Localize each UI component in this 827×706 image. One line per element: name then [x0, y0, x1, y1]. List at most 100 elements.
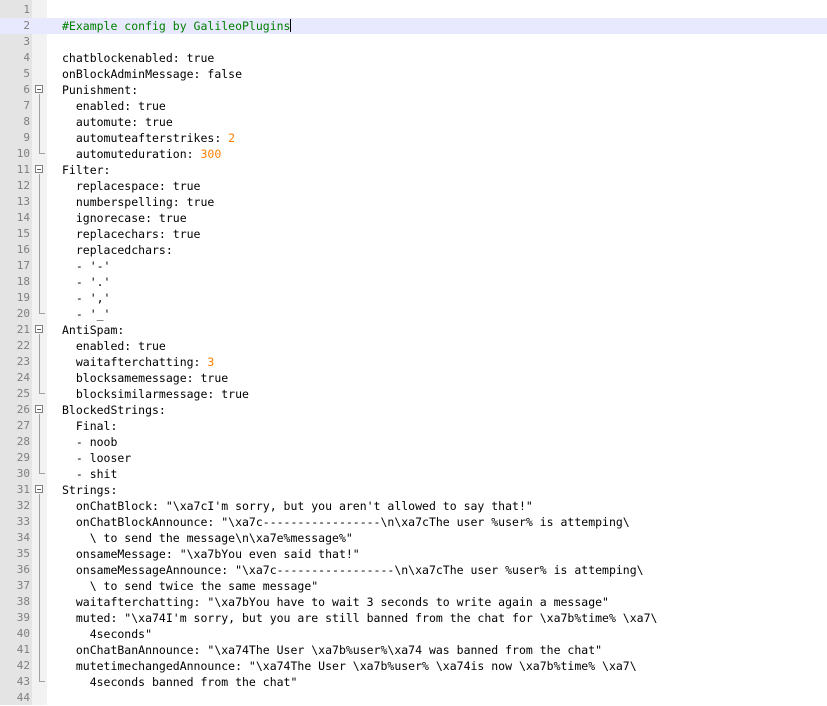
line-number: 43: [16, 675, 30, 688]
fold-line-icon: [32, 418, 47, 434]
code-line[interactable]: 6 Punishment:: [0, 82, 827, 98]
text-token: - ',': [62, 291, 111, 305]
code-line[interactable]: 37 \ to send twice the same message": [0, 578, 827, 594]
fold-line-icon: [32, 114, 47, 130]
text-token: automute: true: [62, 115, 173, 129]
fold-line-icon: [32, 354, 47, 370]
code-editor[interactable]: 1 2 #Example config by GalileoPlugins 3 4 cha…: [0, 0, 827, 705]
line-number: 36: [16, 563, 30, 576]
code-line[interactable]: 24 blocksamemessage: true: [0, 370, 827, 386]
code-text: waitafterchatting: "\xa7bYou have to wai…: [62, 594, 609, 610]
code-line[interactable]: 10 automuteduration: 300: [0, 146, 827, 162]
code-line[interactable]: 1: [0, 2, 827, 18]
code-line[interactable]: 40 4seconds": [0, 626, 827, 642]
code-line[interactable]: 7 enabled: true: [0, 98, 827, 114]
code-line[interactable]: 34 \ to send the message\n\xa7e%message%…: [0, 530, 827, 546]
fold-line-icon: [32, 658, 47, 674]
fold-line-icon: [32, 258, 47, 274]
fold-line-icon: [32, 274, 47, 290]
code-line[interactable]: 27 Final:: [0, 418, 827, 434]
number-token: 3: [207, 355, 215, 369]
fold-end-icon: [32, 146, 47, 162]
text-caret: [290, 19, 292, 32]
code-line[interactable]: 39 muted: "\xa74I'm sorry, but you are s…: [0, 610, 827, 626]
fold-toggle-icon[interactable]: [32, 82, 47, 98]
line-number: 8: [23, 115, 30, 128]
code-text: - ',': [62, 290, 111, 306]
text-token: onsameMessageAnnounce: "\xa7c-----------…: [62, 563, 644, 577]
code-line[interactable]: 11 Filter:: [0, 162, 827, 178]
text-token: Punishment:: [62, 83, 139, 97]
code-text: replacechars: true: [62, 226, 201, 242]
code-line[interactable]: 36 onsameMessageAnnounce: "\xa7c--------…: [0, 562, 827, 578]
code-line[interactable]: 12 replacespace: true: [0, 178, 827, 194]
code-line[interactable]: 5 onBlockAdminMessage: false: [0, 66, 827, 82]
code-line[interactable]: 2 #Example config by GalileoPlugins: [0, 18, 827, 34]
code-line[interactable]: 18 - '.': [0, 274, 827, 290]
text-token: waitafterchatting: "\xa7bYou have to wai…: [62, 595, 609, 609]
text-token: 4seconds": [62, 627, 153, 641]
code-line[interactable]: 21 AntiSpam:: [0, 322, 827, 338]
code-line[interactable]: 4 chatblockenabled: true: [0, 50, 827, 66]
line-number: 34: [16, 531, 30, 544]
code-line[interactable]: 29 - looser: [0, 450, 827, 466]
code-line[interactable]: 31 Strings:: [0, 482, 827, 498]
code-line[interactable]: 9 automuteafterstrikes: 2: [0, 130, 827, 146]
code-line[interactable]: 25 blocksimilarmessage: true: [0, 386, 827, 402]
code-text: - looser: [62, 450, 131, 466]
text-token: onBlockAdminMessage: false: [62, 67, 243, 81]
code-line[interactable]: 44: [0, 690, 827, 706]
line-number: 33: [16, 515, 30, 528]
code-line[interactable]: 22 enabled: true: [0, 338, 827, 354]
code-line[interactable]: 43 4seconds banned from the chat": [0, 674, 827, 690]
line-number: 2: [23, 19, 30, 32]
text-token: \ to send twice the same message": [62, 579, 319, 593]
line-number: 44: [16, 691, 30, 704]
text-token: \ to send the message\n\xa7e%message%": [62, 531, 353, 545]
code-text: - '_': [62, 306, 111, 322]
line-number: 19: [16, 291, 30, 304]
text-token: AntiSpam:: [62, 323, 125, 337]
text-token: Final:: [62, 419, 118, 433]
code-line[interactable]: 13 numberspelling: true: [0, 194, 827, 210]
code-line[interactable]: 23 waitafterchatting: 3: [0, 354, 827, 370]
code-line[interactable]: 20 - '_': [0, 306, 827, 322]
line-number: 16: [16, 243, 30, 256]
code-text: onsameMessage: "\xa7bYou even said that!…: [62, 546, 360, 562]
code-line[interactable]: 3: [0, 34, 827, 50]
text-token: blocksimilarmessage: true: [62, 387, 249, 401]
code-line[interactable]: 8 automute: true: [0, 114, 827, 130]
text-token: enabled: true: [62, 339, 166, 353]
fold-toggle-icon[interactable]: [32, 322, 47, 338]
code-line[interactable]: 32 onChatBlock: "\xa7cI'm sorry, but you…: [0, 498, 827, 514]
code-line[interactable]: 41 onChatBanAnnounce: "\xa74The User \xa…: [0, 642, 827, 658]
line-number: 26: [16, 403, 30, 416]
code-line[interactable]: 15 replacechars: true: [0, 226, 827, 242]
code-line[interactable]: 14 ignorecase: true: [0, 210, 827, 226]
code-line[interactable]: 30 - shit: [0, 466, 827, 482]
line-number: 42: [16, 659, 30, 672]
code-line[interactable]: 35 onsameMessage: "\xa7bYou even said th…: [0, 546, 827, 562]
code-line[interactable]: 26 BlockedStrings:: [0, 402, 827, 418]
code-line[interactable]: 19 - ',': [0, 290, 827, 306]
code-text: blocksamemessage: true: [62, 370, 228, 386]
text-token: - '.': [62, 275, 111, 289]
text-token: waitafterchatting:: [62, 355, 208, 369]
code-line[interactable]: 17 - '-': [0, 258, 827, 274]
line-number: 40: [16, 627, 30, 640]
code-text: mutetimechangedAnnounce: "\xa74The User …: [62, 658, 637, 674]
fold-line-icon: [32, 210, 47, 226]
fold-toggle-icon[interactable]: [32, 162, 47, 178]
code-line[interactable]: 38 waitafterchatting: "\xa7bYou have to …: [0, 594, 827, 610]
text-token: 4seconds banned from the chat": [62, 675, 298, 689]
code-line[interactable]: 33 onChatBlockAnnounce: "\xa7c----------…: [0, 514, 827, 530]
text-token: onChatBlock: "\xa7cI'm sorry, but you ar…: [62, 499, 533, 513]
code-line[interactable]: 16 replacedchars:: [0, 242, 827, 258]
number-token: 2: [228, 131, 236, 145]
code-text: enabled: true: [62, 338, 166, 354]
code-line[interactable]: 28 - noob: [0, 434, 827, 450]
fold-toggle-icon[interactable]: [32, 482, 47, 498]
code-text: BlockedStrings:: [62, 402, 166, 418]
fold-toggle-icon[interactable]: [32, 402, 47, 418]
code-line[interactable]: 42 mutetimechangedAnnounce: "\xa74The Us…: [0, 658, 827, 674]
